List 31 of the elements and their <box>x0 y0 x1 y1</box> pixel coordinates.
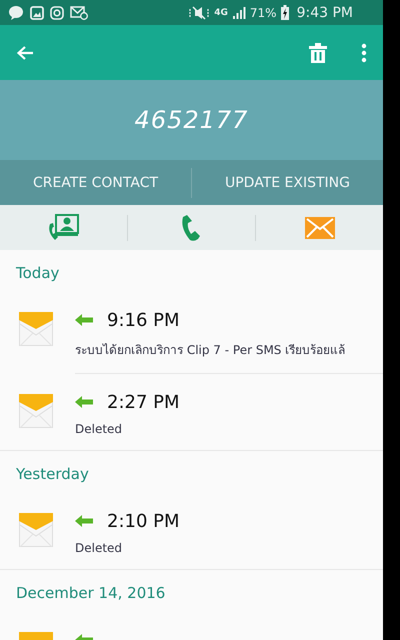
phone-number: 4652177 <box>134 106 248 134</box>
network-label: 4G <box>214 8 228 18</box>
camera-icon <box>50 6 64 20</box>
phone-icon <box>180 214 202 242</box>
clock-time: 9:43 PM <box>296 4 353 20</box>
mail-icon <box>70 6 88 20</box>
date-header: Today <box>15 263 60 284</box>
create-contact-button[interactable]: CREATE CONTACT <box>0 160 191 205</box>
date-header: December 14, 2016 <box>15 583 166 604</box>
signal-icon <box>232 6 246 20</box>
menu-icon <box>361 42 367 62</box>
message-preview: ระบบได้ยกเลิกบริการ Clip 7 - Per SMS เรียบร้อยแล้ <box>75 342 346 359</box>
mute-icon <box>188 6 210 20</box>
envelope-icon <box>304 216 334 238</box>
envelope-icon <box>19 513 53 547</box>
update-existing-button[interactable]: UPDATE EXISTING <box>192 160 383 205</box>
image-icon <box>30 6 44 20</box>
contact-card-icon <box>46 214 80 242</box>
trash-icon <box>309 42 327 62</box>
message-preview: Deleted <box>75 541 124 555</box>
message-time: 2:10 PM <box>107 510 180 532</box>
battery-percent: 71% <box>250 6 277 20</box>
envelope-icon <box>19 312 53 346</box>
chat-bubble-icon <box>8 4 24 20</box>
envelope-icon <box>19 394 53 428</box>
message-preview: Deleted <box>75 422 124 436</box>
battery-charging-icon <box>280 5 289 20</box>
back-arrow-icon <box>16 44 34 60</box>
message-time: 9:16 PM <box>107 310 180 330</box>
message-time: 2:27 PM <box>107 392 180 412</box>
date-header: Yesterday <box>15 464 90 485</box>
